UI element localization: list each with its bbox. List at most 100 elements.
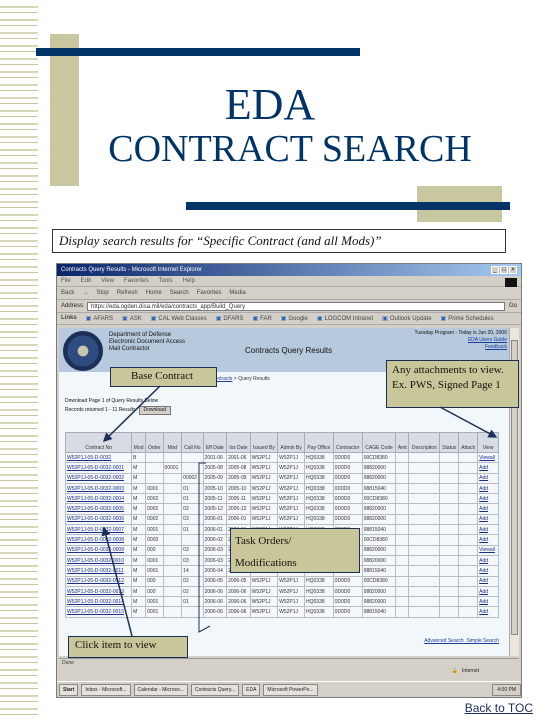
- link-item[interactable]: AFARS: [86, 315, 113, 322]
- column-header[interactable]: Pay Office: [304, 432, 334, 453]
- table-cell: M: [131, 575, 147, 587]
- download-button[interactable]: Download: [138, 406, 171, 415]
- view-link[interactable]: Add: [479, 506, 488, 512]
- contract-link[interactable]: W52P1J-05-D-0032-0013: [64, 585, 133, 598]
- view-link[interactable]: Add: [479, 527, 488, 533]
- toolbar-button[interactable]: →: [82, 290, 88, 296]
- table-cell: [439, 451, 460, 464]
- taskbar-item[interactable]: Inbox - Microsoft...: [81, 683, 131, 696]
- menu-item[interactable]: Help: [183, 278, 195, 284]
- link-item[interactable]: Outlook Update: [382, 315, 432, 322]
- contract-link[interactable]: W52P1J-05-D-0032-0005: [64, 503, 133, 515]
- view-link[interactable]: Add: [479, 609, 488, 615]
- toolbar-button[interactable]: Refresh: [117, 290, 138, 296]
- column-header[interactable]: Description: [408, 432, 441, 453]
- contract-link[interactable]: W52P1J-05-D-0032-0003: [64, 482, 133, 495]
- contract-link[interactable]: W52P1J-05-D-0032-0011: [64, 565, 133, 577]
- link-item[interactable]: FAR: [252, 315, 272, 322]
- toolbar-button[interactable]: Media: [229, 290, 245, 296]
- view-link[interactable]: Add: [479, 568, 488, 574]
- contract-link[interactable]: W52P1J-05-D-0032-0015: [64, 606, 133, 618]
- contract-link[interactable]: W52P1J-05-D-0032-0012: [64, 575, 133, 587]
- contract-link[interactable]: W52P1J-05-D-0032-0001: [64, 462, 133, 474]
- column-header[interactable]: CAGE Code: [361, 432, 397, 453]
- column-header[interactable]: Issued By: [249, 432, 279, 453]
- column-header[interactable]: Eff Date: [202, 432, 228, 453]
- column-header[interactable]: Mod: [162, 432, 183, 453]
- view-link[interactable]: Add: [479, 496, 488, 502]
- column-header[interactable]: Contract No: [64, 432, 133, 453]
- column-header[interactable]: Admin By: [277, 432, 306, 453]
- view-link[interactable]: Add: [479, 589, 488, 595]
- close-icon[interactable]: ×: [509, 266, 517, 274]
- column-header[interactable]: Mod: [131, 432, 147, 453]
- view-link[interactable]: Viewall: [479, 547, 495, 553]
- column-header[interactable]: Contractor: [332, 432, 363, 453]
- taskbar-item[interactable]: Microsoft PowerPo...: [263, 683, 318, 696]
- table-cell: 000: [145, 585, 164, 598]
- menu-item[interactable]: View: [101, 278, 114, 284]
- contract-link[interactable]: W52P1J-05-D-0032-0009: [64, 544, 133, 556]
- view-link[interactable]: Add: [479, 475, 488, 481]
- column-header[interactable]: View: [477, 432, 499, 453]
- link-item[interactable]: LOGCOM Intranet: [317, 315, 373, 322]
- taskbar-item[interactable]: Calendar - Microso...: [133, 683, 188, 696]
- column-header[interactable]: Iss Date: [226, 432, 251, 453]
- menu-item[interactable]: Tools: [159, 278, 173, 284]
- toolbar-button[interactable]: Stop: [96, 290, 108, 296]
- feedback-link[interactable]: Feedback: [485, 344, 507, 350]
- menu-item[interactable]: Edit: [81, 278, 91, 284]
- contract-link[interactable]: W52P1J-05-D-0032-0007: [64, 524, 133, 536]
- view-link[interactable]: Add: [479, 537, 488, 543]
- column-header[interactable]: Status: [439, 432, 460, 453]
- column-header[interactable]: Attach: [458, 432, 479, 453]
- taskbar-item[interactable]: EDA: [242, 683, 261, 696]
- link-item[interactable]: Google: [281, 315, 307, 322]
- link-item[interactable]: Prime Schedules: [441, 315, 493, 322]
- contract-link[interactable]: W52P1J-05-D-0032-0004: [64, 493, 133, 505]
- simple-search-link[interactable]: Simple Search: [466, 638, 499, 644]
- table-cell: 03: [181, 513, 204, 526]
- toolbar-button[interactable]: Favorites: [197, 290, 222, 296]
- go-button[interactable]: Go: [509, 303, 517, 309]
- users-guide-link[interactable]: EDA Users Guide: [468, 337, 507, 343]
- link-item[interactable]: CAL Web Classes: [151, 315, 206, 322]
- column-header[interactable]: Amt: [395, 432, 410, 453]
- taskbar-item[interactable]: Contracts Query...: [190, 683, 240, 696]
- view-link[interactable]: Add: [479, 465, 488, 471]
- maximize-icon[interactable]: □: [500, 266, 508, 274]
- contract-link[interactable]: W52P1J-05-D-0032-0008: [64, 534, 133, 546]
- table-cell: [408, 606, 441, 618]
- back-to-toc-link[interactable]: Back to TOC: [465, 701, 533, 715]
- column-header[interactable]: Order: [145, 432, 164, 453]
- advanced-search-link[interactable]: Advanced Search: [424, 638, 463, 644]
- toolbar-button[interactable]: Search: [170, 290, 189, 296]
- table-cell: [395, 534, 410, 546]
- minimize-icon[interactable]: _: [491, 266, 499, 274]
- table-cell: 00CD8380: [361, 575, 397, 587]
- column-header[interactable]: Call No: [181, 432, 204, 453]
- view-link[interactable]: Viewall: [479, 455, 495, 461]
- contract-link[interactable]: W52P1J-05-D-0032-0006: [64, 513, 133, 526]
- address-input[interactable]: https://eda.ogden.disa.mil/eda/contracts…: [87, 301, 505, 311]
- view-link[interactable]: Add: [479, 558, 488, 564]
- menu-item[interactable]: File: [61, 278, 71, 284]
- link-item[interactable]: DFARS: [216, 315, 243, 322]
- view-link[interactable]: Add: [479, 486, 488, 492]
- table-cell: [162, 482, 183, 495]
- table-cell: [458, 585, 479, 598]
- table-cell: 000: [145, 544, 164, 556]
- contract-link[interactable]: W52P1J-05-D-0032-0010: [64, 554, 133, 567]
- view-link[interactable]: Add: [479, 599, 488, 605]
- start-button[interactable]: Start: [59, 683, 79, 696]
- view-link[interactable]: Add: [479, 578, 488, 584]
- contract-link[interactable]: W52P1J-05-D-0032-0014: [64, 596, 133, 608]
- contract-link[interactable]: W52P1J-05-D-0032-0002: [64, 472, 133, 484]
- contract-link[interactable]: W52P1J-05-D-0032: [64, 451, 133, 464]
- link-item[interactable]: ASK: [122, 315, 142, 322]
- menu-item[interactable]: Favorites: [124, 278, 149, 284]
- table-cell: M: [131, 596, 147, 608]
- view-link[interactable]: Add: [479, 516, 488, 522]
- toolbar-button[interactable]: Back: [61, 290, 74, 296]
- toolbar-button[interactable]: Home: [146, 290, 162, 296]
